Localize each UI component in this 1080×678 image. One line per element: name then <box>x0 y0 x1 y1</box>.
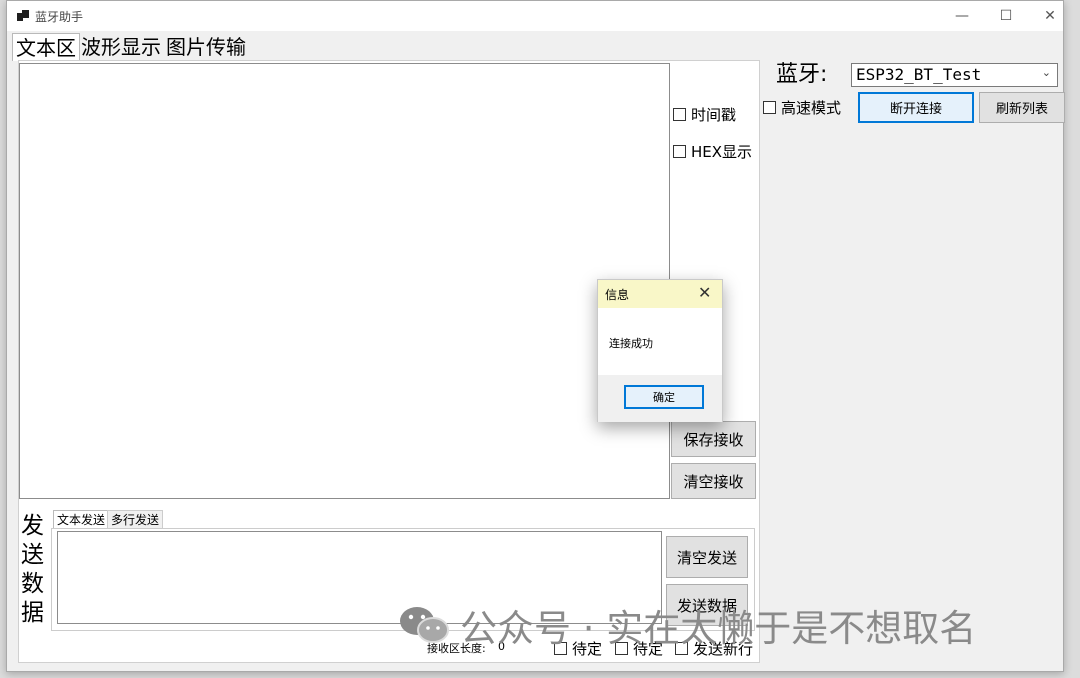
dialog-close-icon[interactable]: ✕ <box>698 283 711 302</box>
device-select-value: ESP32_BT_Test <box>856 65 982 84</box>
save-receive-button[interactable]: 保存接收 <box>671 421 756 457</box>
dialog-ok-button[interactable]: 确定 <box>624 385 704 409</box>
checkbox-box <box>763 101 776 114</box>
timestamp-checkbox[interactable]: 时间戳 <box>673 104 736 125</box>
watermark-text: 公众号 · 实在太懒于是不想取名 <box>460 607 977 650</box>
refresh-list-button[interactable]: 刷新列表 <box>979 92 1065 123</box>
send-data-label-4: 据 <box>21 600 44 626</box>
watermark: 公众号 · 实在太懒于是不想取名 <box>398 598 976 652</box>
tab-image-transfer[interactable]: 图片传输 <box>163 33 249 61</box>
highspeed-checkbox[interactable]: 高速模式 <box>763 97 841 118</box>
dialog-message: 连接成功 <box>609 337 653 350</box>
tab-text-send[interactable]: 文本发送 <box>53 510 110 529</box>
device-select[interactable]: ESP32_BT_Test ⌄ <box>851 63 1058 87</box>
send-data-label-1: 发 <box>21 513 44 539</box>
minimize-button[interactable]: — <box>939 1 985 31</box>
main-window: 蓝牙助手 — ☐ ✕ 文本区 波形显示 图片传输 时间戳 HEX显示 保存接收 … <box>6 0 1065 672</box>
highspeed-label: 高速模式 <box>781 99 842 117</box>
dialog-title: 信息 <box>605 288 630 302</box>
checkbox-box <box>673 145 686 158</box>
send-data-label-2: 送 <box>21 542 44 568</box>
tab-multiline-send[interactable]: 多行发送 <box>107 510 164 529</box>
window-title: 蓝牙助手 <box>35 10 84 24</box>
tab-text-area[interactable]: 文本区 <box>12 33 80 61</box>
clear-receive-button[interactable]: 清空接收 <box>671 463 756 499</box>
tab-waveform[interactable]: 波形显示 <box>78 33 164 61</box>
disconnect-button[interactable]: 断开连接 <box>858 92 974 123</box>
clear-send-button[interactable]: 清空发送 <box>666 536 748 578</box>
bluetooth-label: 蓝牙: <box>776 62 828 87</box>
checkbox-box <box>673 108 686 121</box>
wechat-icon <box>398 604 450 646</box>
timestamp-label: 时间戳 <box>691 106 737 124</box>
info-dialog: 信息 ✕ 连接成功 确定 <box>597 279 723 422</box>
app-icon <box>17 10 29 21</box>
title-bar[interactable]: 蓝牙助手 — ☐ ✕ <box>7 1 1063 31</box>
send-data-label-3: 数 <box>21 571 44 597</box>
hex-display-checkbox[interactable]: HEX显示 <box>673 141 752 162</box>
maximize-button[interactable]: ☐ <box>983 1 1029 31</box>
dialog-title-bar[interactable]: 信息 ✕ <box>598 280 722 308</box>
receive-textbox[interactable] <box>19 63 670 499</box>
hex-display-label: HEX显示 <box>691 143 753 161</box>
chevron-down-icon: ⌄ <box>1041 66 1051 79</box>
close-button[interactable]: ✕ <box>1027 1 1073 31</box>
